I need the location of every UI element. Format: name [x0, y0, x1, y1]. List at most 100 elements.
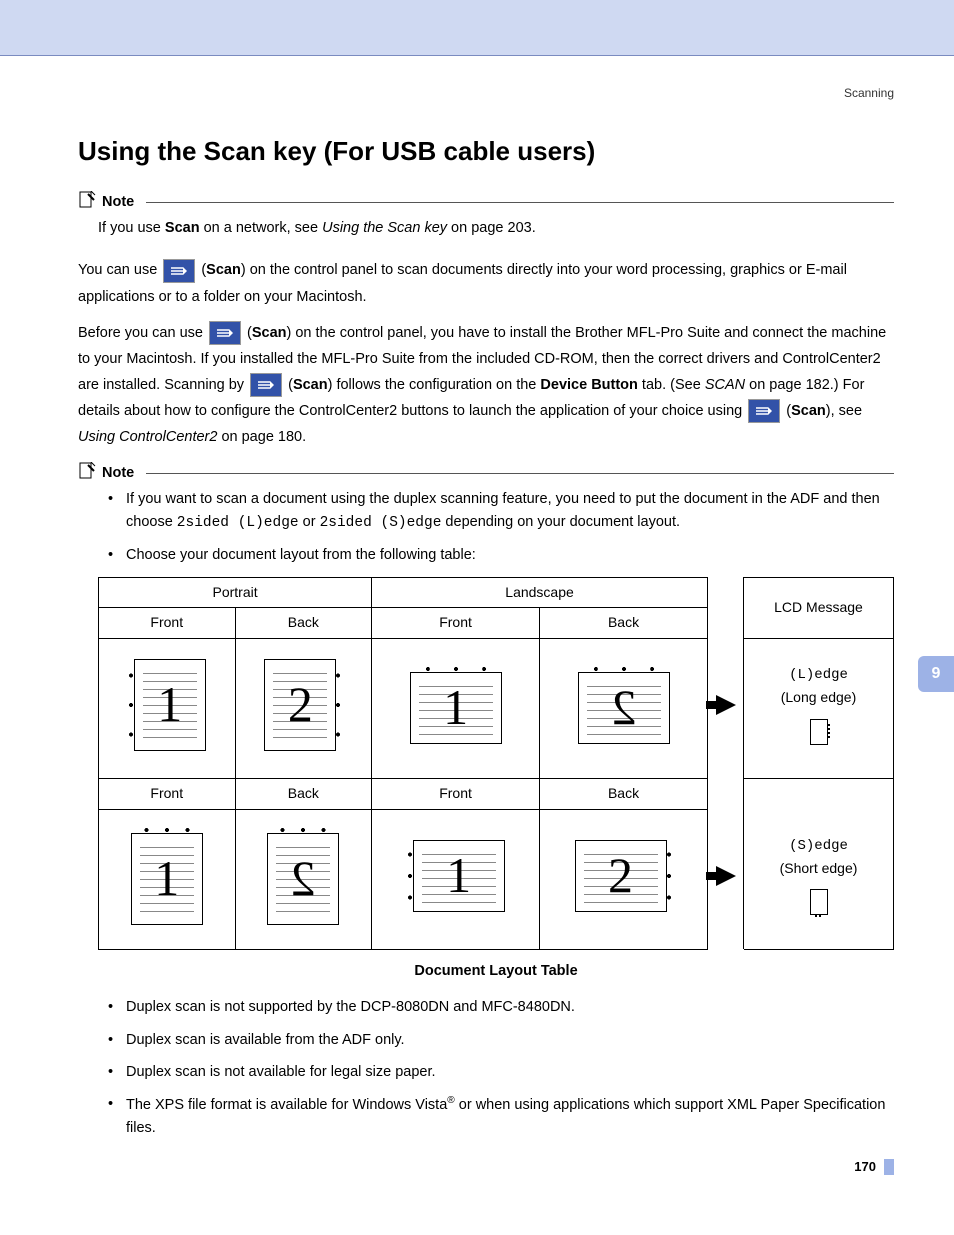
- bb4-pre: The XPS file format is available for Win…: [126, 1097, 447, 1113]
- cell-portrait-front-long: 1: [99, 638, 236, 778]
- note-block-1: Note If you use Scan on a network, see U…: [78, 191, 894, 239]
- th-front: Front: [372, 778, 540, 809]
- note-rule: [146, 473, 894, 474]
- th-portrait: Portrait: [99, 577, 372, 608]
- p2-post: on page 180.: [217, 429, 306, 445]
- cell-portrait-back-long: 2: [235, 638, 372, 778]
- th-front: Front: [99, 778, 236, 809]
- note2-bullet-2: Choose your document layout from the fol…: [108, 544, 894, 566]
- diagram-number: 1: [135, 660, 205, 750]
- th-back: Back: [540, 778, 708, 809]
- bottom-bullet-4: The XPS file format is available for Win…: [108, 1093, 894, 1139]
- n2b1-mono2: 2sided (S)edge: [320, 515, 442, 531]
- cell-portrait-front-short: 1: [99, 809, 236, 949]
- p1-scan: Scan: [206, 262, 241, 278]
- page-diagram: 1: [131, 833, 203, 925]
- chapter-tab[interactable]: 9: [918, 656, 954, 692]
- note2-bullet-1: If you want to scan a document using the…: [108, 488, 894, 534]
- p2-mid2: ) follows the configuration on the: [328, 377, 541, 393]
- th-front: Front: [372, 608, 540, 639]
- small-doc-short-icon: [810, 889, 828, 915]
- document-page: Scanning Using the Scan key (For USB cab…: [0, 56, 954, 1205]
- th-back: Back: [540, 608, 708, 639]
- p2-devbtn: Device Button: [540, 377, 638, 393]
- diagram-number: 2: [579, 673, 669, 743]
- note1-mid: on a network, see: [200, 220, 323, 236]
- p1-pre: You can use: [78, 262, 161, 278]
- msg-l-code: (L)edge: [748, 665, 889, 687]
- scan-button-icon: [250, 373, 282, 397]
- th-back: Back: [235, 608, 372, 639]
- p2-cc2link[interactable]: Using ControlCenter2: [78, 429, 217, 445]
- note-icon: [78, 191, 96, 213]
- page-diagram: 1: [134, 659, 206, 751]
- msg-s-sub: (Short edge): [748, 858, 889, 880]
- th-front: Front: [99, 608, 236, 639]
- page-diagram: 2: [578, 672, 670, 744]
- n2b1-mid: or: [299, 514, 320, 530]
- note1-post: on page 203.: [447, 220, 536, 236]
- cell-arrow: [708, 809, 744, 949]
- document-layout-table: Portrait Landscape LCD Message Front Bac…: [98, 577, 894, 950]
- scan-button-icon: [209, 321, 241, 345]
- bb4-sup: ®: [447, 1095, 454, 1106]
- page-diagram: 2: [267, 833, 339, 925]
- diagram-number: 2: [576, 841, 666, 911]
- p2-mid3: tab. (See: [638, 377, 705, 393]
- page-diagram: 1: [413, 840, 505, 912]
- note1-link[interactable]: Using the Scan key: [322, 220, 447, 236]
- th-spacer: [708, 778, 744, 809]
- diagram-number: 1: [132, 834, 202, 924]
- p2-mid5: ), see: [826, 403, 862, 419]
- th-landscape: Landscape: [372, 577, 708, 608]
- bottom-bullet-1: Duplex scan is not supported by the DCP-…: [108, 996, 894, 1018]
- p2-scan2: Scan: [293, 377, 328, 393]
- cell-portrait-back-short: 2: [235, 809, 372, 949]
- note-label: Note: [102, 194, 134, 210]
- th-lcd: LCD Message: [744, 577, 894, 638]
- p2-scan3: Scan: [791, 403, 826, 419]
- th-back: Back: [235, 778, 372, 809]
- paragraph-2: Before you can use (Scan) on the control…: [78, 320, 894, 450]
- note-block-2: Note If you want to scan a document usin…: [78, 462, 894, 1139]
- window-topbar: [0, 0, 954, 56]
- cell-msg-short: (S)edge (Short edge): [744, 809, 894, 949]
- diagram-number: 2: [268, 834, 338, 924]
- p2-scanlink[interactable]: SCAN: [705, 377, 745, 393]
- diagram-number: 2: [265, 660, 335, 750]
- bottom-bullet-2: Duplex scan is available from the ADF on…: [108, 1029, 894, 1051]
- p2-scan1: Scan: [252, 325, 287, 341]
- n2b1-post: depending on your document layout.: [441, 514, 680, 530]
- page-diagram: 2: [575, 840, 667, 912]
- page-title: Using the Scan key (For USB cable users): [78, 136, 894, 167]
- diagram-number: 1: [414, 841, 504, 911]
- th-spacer: [744, 778, 894, 809]
- p2-pre: Before you can use: [78, 325, 207, 341]
- cell-landscape-front-short: 1: [372, 809, 540, 949]
- bottom-bullet-3: Duplex scan is not available for legal s…: [108, 1061, 894, 1083]
- cell-landscape-front-long: 1: [372, 638, 540, 778]
- note1-text: If you use: [98, 220, 165, 236]
- cell-landscape-back-long: 2: [540, 638, 708, 778]
- breadcrumb: Scanning: [78, 86, 894, 100]
- n2b1-mono1: 2sided (L)edge: [177, 515, 299, 531]
- cell-msg-long: (L)edge (Long edge): [744, 638, 894, 778]
- note-icon: [78, 462, 96, 484]
- small-doc-long-icon: [810, 719, 828, 745]
- note1-scan-bold: Scan: [165, 220, 200, 236]
- msg-l-sub: (Long edge): [748, 687, 889, 709]
- page-number: 170: [78, 1159, 894, 1175]
- table-caption: Document Layout Table: [98, 960, 894, 982]
- arrow-right-icon: [716, 695, 736, 715]
- note-label: Note: [102, 465, 134, 481]
- msg-s-code: (S)edge: [748, 836, 889, 858]
- page-diagram: 2: [264, 659, 336, 751]
- arrow-right-icon: [716, 866, 736, 886]
- scan-button-icon: [748, 399, 780, 423]
- diagram-number: 1: [411, 673, 501, 743]
- paragraph-1: You can use (Scan) on the control panel …: [78, 257, 894, 309]
- note-rule: [146, 202, 894, 203]
- th-spacer: [708, 577, 744, 638]
- page-diagram: 1: [410, 672, 502, 744]
- scan-button-icon: [163, 259, 195, 283]
